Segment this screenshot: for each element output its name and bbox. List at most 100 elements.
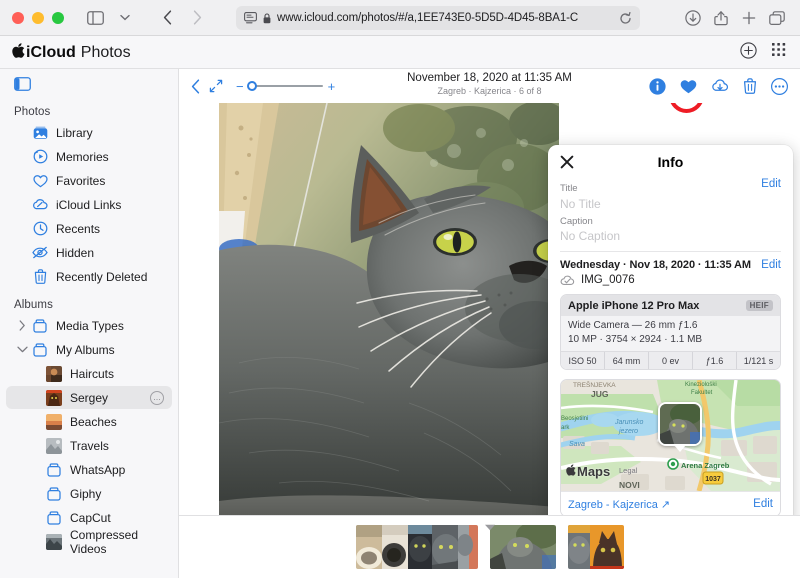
sidebar-album-compressed-videos[interactable]: Compressed Videos: [6, 527, 172, 556]
library-icon: [32, 125, 48, 141]
address-bar-text[interactable]: www.icloud.com/photos/#/a,1EE743E0-5D5D-…: [277, 12, 613, 24]
delete-button[interactable]: [743, 78, 757, 94]
filmstrip-thumb[interactable]: [431, 525, 458, 569]
sidebar-item-hidden[interactable]: Hidden: [6, 241, 172, 264]
filmstrip[interactable]: [179, 516, 800, 578]
chevron-right-icon[interactable]: [16, 320, 28, 332]
sidebar-group-my-albums[interactable]: My Albums: [6, 338, 172, 361]
info-panel-header: Info: [548, 145, 793, 178]
camera-device: Apple iPhone 12 Pro Max: [568, 299, 700, 312]
sidebar-item-favorites[interactable]: Favorites: [6, 169, 172, 192]
reload-icon[interactable]: [619, 11, 632, 25]
apple-maps-logo: Maps: [566, 464, 610, 479]
brand-logo[interactable]: iCloud Photos: [12, 42, 131, 62]
zoom-slider-knob[interactable]: [246, 81, 257, 91]
window-controls[interactable]: [12, 11, 64, 24]
plus-circle-icon[interactable]: [740, 41, 757, 64]
main-photo[interactable]: [219, 103, 559, 515]
sidebar-toggle-icon[interactable]: [82, 6, 108, 30]
zoom-slider[interactable]: − +: [236, 80, 335, 93]
svg-text:JUG: JUG: [591, 389, 609, 399]
album-thumbnail: [46, 389, 62, 406]
chevron-down-icon[interactable]: [112, 6, 138, 30]
info-button[interactable]: [649, 77, 666, 95]
exif-stat-ev: 0 ev: [649, 352, 693, 369]
exif-stat-aperture: ƒ1.6: [693, 352, 737, 369]
photo-stage[interactable]: Info Edit Title No Title Caption No Capt…: [179, 103, 800, 515]
album-icon: [32, 318, 48, 334]
favorite-button[interactable]: [680, 79, 697, 94]
filmstrip-thumb[interactable]: [355, 525, 382, 569]
filmstrip-thumb-current[interactable]: [489, 525, 556, 569]
album-thumbnail: [46, 533, 62, 550]
expand-arrows-icon[interactable]: [209, 79, 223, 93]
title-edit-button[interactable]: Edit: [761, 178, 781, 191]
zoom-out-button[interactable]: −: [236, 80, 244, 93]
filmstrip-thumb[interactable]: [381, 525, 408, 569]
sidebar-album-label: Haircuts: [70, 366, 115, 381]
album-icon: [46, 462, 62, 478]
sidebar-album-sergey[interactable]: Sergey …: [6, 386, 172, 409]
sidebar-album-beaches[interactable]: Beaches: [6, 410, 172, 433]
sidebar-album-label: CapCut: [70, 510, 111, 525]
close-x-icon[interactable]: [559, 154, 574, 169]
title-value[interactable]: No Title: [560, 196, 781, 212]
back-chevron-icon[interactable]: [191, 78, 200, 94]
size-line: 10 MP · 3754 × 2924 · 1.1 MB: [568, 334, 703, 345]
filmstrip-group[interactable]: [567, 525, 624, 569]
sidebar: Photos Library Memories Favorites iCloud…: [0, 69, 179, 578]
close-window-button[interactable]: [12, 11, 24, 24]
info-panel: Info Edit Title No Title Caption No Capt…: [548, 145, 793, 515]
zoom-in-button[interactable]: +: [328, 80, 336, 93]
map-place-link[interactable]: Zagreb - Kajzerica ↗: [568, 498, 670, 511]
sidebar-album-label: Compressed Videos: [70, 527, 139, 556]
app-grid-icon[interactable]: [771, 42, 788, 64]
map-edit-button[interactable]: Edit: [753, 498, 773, 510]
sidebar-item-library[interactable]: Library: [6, 121, 172, 144]
apple-logo-icon: [566, 464, 576, 479]
share-icon[interactable]: [708, 6, 734, 30]
sidebar-toggle-icon[interactable]: [14, 77, 31, 91]
sidebar-album-label: Giphy: [70, 486, 102, 501]
sidebar-item-recents[interactable]: Recents: [6, 217, 172, 240]
tab-overview-icon[interactable]: [764, 6, 790, 30]
caption-value[interactable]: No Caption: [560, 228, 781, 244]
sidebar-album-giphy[interactable]: Giphy: [6, 482, 172, 505]
forward-chevron-icon[interactable]: [184, 6, 210, 30]
filmstrip-thumb[interactable]: [457, 525, 478, 569]
sidebar-group-media-types[interactable]: Media Types: [6, 314, 172, 337]
filmstrip-thumb[interactable]: [589, 525, 624, 569]
zoom-slider-track[interactable]: [246, 81, 323, 91]
downloads-icon[interactable]: [680, 6, 706, 30]
sidebar-album-haircuts[interactable]: Haircuts: [6, 362, 172, 385]
exif-card: Apple iPhone 12 Pro Max HEIF Wide Camera…: [560, 294, 781, 370]
sidebar-item-memories[interactable]: Memories: [6, 145, 172, 168]
sidebar-album-whatsapp[interactable]: WhatsApp: [6, 458, 172, 481]
filmstrip-group[interactable]: [355, 525, 478, 569]
download-button[interactable]: [711, 79, 729, 93]
album-thumbnail: [46, 365, 62, 382]
back-chevron-icon[interactable]: [154, 6, 180, 30]
map-image[interactable]: 1037 TREŠNJEVKA JUG Kineziološki Fakulte…: [561, 380, 780, 491]
chevron-down-icon[interactable]: [16, 344, 28, 356]
more-button[interactable]: [771, 77, 788, 95]
minimize-window-button[interactable]: [32, 11, 44, 24]
reader-view-icon[interactable]: [244, 12, 257, 24]
filmstrip-group-selected[interactable]: [489, 525, 556, 569]
plus-icon[interactable]: [736, 6, 762, 30]
maps-legal-link[interactable]: Legal: [619, 466, 637, 475]
sidebar-album-capcut[interactable]: CapCut: [6, 506, 172, 529]
filmstrip-thumb[interactable]: [567, 525, 590, 569]
filmstrip-thumb[interactable]: [407, 525, 432, 569]
svg-text:Arena Zagreb: Arena Zagreb: [681, 461, 730, 470]
album-more-button[interactable]: …: [150, 390, 164, 405]
sidebar-item-recently-deleted[interactable]: Recently Deleted: [6, 265, 172, 288]
date-edit-button[interactable]: Edit: [761, 259, 781, 271]
address-bar[interactable]: www.icloud.com/photos/#/a,1EE743E0-5D5D-…: [236, 6, 640, 30]
sidebar-album-travels[interactable]: Travels: [6, 434, 172, 457]
sidebar-item-icloud-links[interactable]: iCloud Links: [6, 193, 172, 216]
maximize-window-button[interactable]: [52, 11, 64, 24]
lock-icon: [263, 12, 271, 24]
map-card[interactable]: 1037 TREŠNJEVKA JUG Kineziološki Fakulte…: [560, 379, 781, 515]
map-photo-pin[interactable]: [658, 402, 702, 452]
